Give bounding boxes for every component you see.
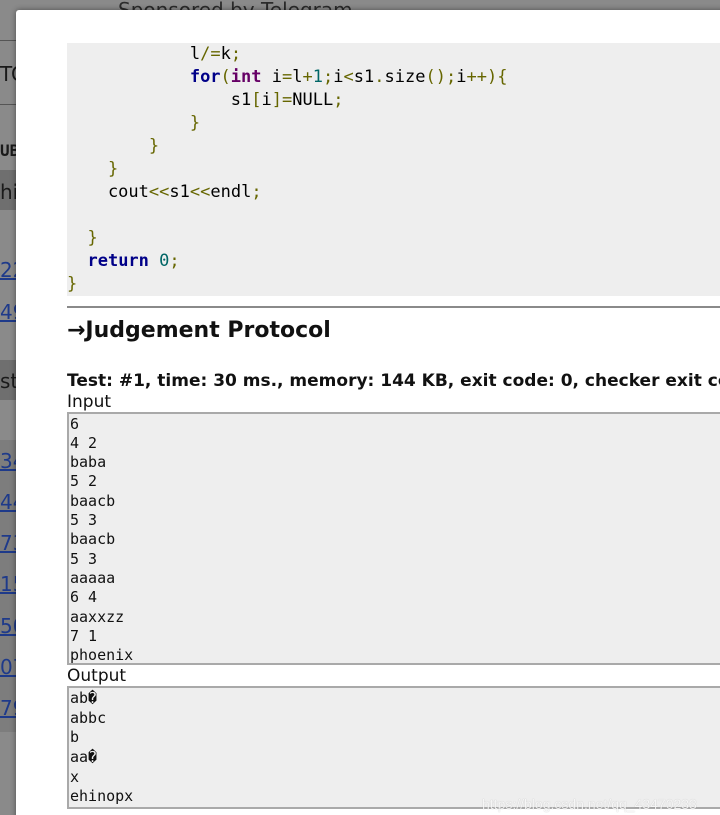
output-line: ab� [70, 689, 98, 707]
code-line: for(int i=l+1;i<s1.size();i++){ [189, 67, 508, 87]
output-line: x [70, 768, 80, 786]
input-line: baacb [70, 492, 116, 510]
source-code-block: l/=k; for(int i=l+1;i<s1.size();i++){ s1… [67, 43, 720, 296]
output-label: Output [67, 666, 127, 686]
code-line: } [87, 228, 98, 248]
input-line: 5 3 [70, 511, 98, 529]
output-line: ehinopx [70, 787, 134, 805]
background-divider [0, 104, 16, 105]
output-box: ab� abbc b aa� x ehinopx [67, 686, 720, 809]
input-line: baacb [70, 530, 116, 548]
section-divider [67, 306, 720, 308]
code-line: } [189, 113, 201, 133]
input-line: 6 [70, 415, 80, 433]
code-line: } [148, 136, 160, 156]
output-line: abbc [70, 709, 107, 727]
background-divider [0, 40, 16, 41]
code-line: } [107, 159, 119, 179]
code-line: l/=k; [67, 44, 242, 64]
screen: Sponsored by Telegram TC UB his 22 49 st… [0, 0, 720, 815]
input-line: 5 3 [70, 550, 98, 568]
input-line: 5 2 [70, 472, 98, 490]
input-line: aaxxzz [70, 608, 125, 626]
input-line: 4 2 [70, 434, 98, 452]
watermark: https://blog.csdn.net/qq_43470233 [482, 796, 697, 812]
test-summary: Test: #1, time: 30 ms., memory: 144 KB, … [67, 371, 720, 391]
code-line: } [67, 274, 78, 294]
input-line: phoenix [70, 646, 134, 664]
input-box: 6 4 2 baba 5 2 baacb 5 3 baacb 5 3 aaaaa… [67, 412, 720, 665]
submission-modal: l/=k; for(int i=l+1;i<s1.size();i++){ s1… [16, 10, 720, 815]
input-line: baba [70, 453, 107, 471]
input-line: 6 4 [70, 588, 98, 606]
input-label: Input [67, 392, 112, 412]
input-line: aaaaa [70, 569, 116, 587]
code-line: cout<<s1<<endl; [67, 182, 262, 202]
code-line: return 0; [87, 251, 180, 271]
output-line: aa� [70, 748, 98, 766]
code-line: s1[i]=NULL; [67, 90, 344, 110]
judgement-protocol-heading: →Judgement Protocol [67, 318, 331, 343]
output-line: b [70, 728, 80, 746]
input-line: 7 1 [70, 627, 98, 645]
